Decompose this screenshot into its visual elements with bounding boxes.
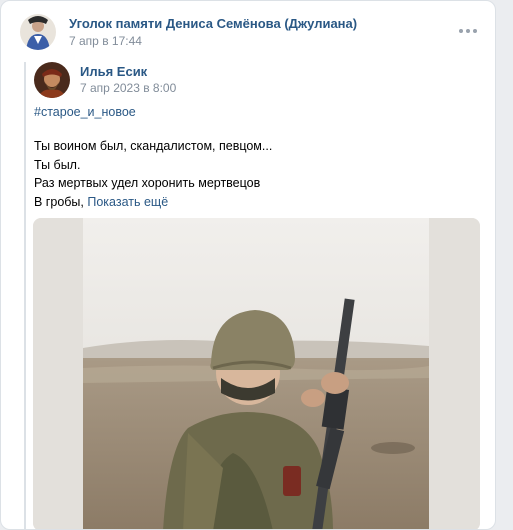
repost-author-name-link[interactable]: Илья Есик [80, 64, 147, 79]
repost-author-avatar[interactable] [34, 62, 70, 98]
post-text-line: Ты был. [34, 157, 81, 172]
community-avatar[interactable] [20, 14, 56, 50]
post-text-line-partial: В гробы, [34, 194, 84, 209]
post-date[interactable]: 7 апр в 17:44 [69, 34, 142, 48]
post-text-line: Раз мертвых удел хоронить мертвецов [34, 176, 261, 190]
soldier-photo [33, 218, 480, 529]
show-more-link[interactable]: Показать ещё [87, 195, 168, 209]
post-text: Ты воином был, скандалистом, певцом... Т… [34, 137, 272, 211]
post-card: Уголок памяти Дениса Семёнова (Джулиана)… [0, 0, 496, 530]
hashtag-link[interactable]: #старое_и_новое [34, 105, 136, 119]
post-photo[interactable] [33, 218, 480, 529]
post-text-line: В гробы, Показать ещё [34, 193, 272, 212]
post-text-line: Ты воином был, скандалистом, певцом... [34, 139, 273, 153]
more-horizontal-icon[interactable] [459, 21, 477, 41]
repost-indicator [24, 62, 26, 529]
repost-date[interactable]: 7 апр 2023 в 8:00 [80, 81, 176, 95]
community-name-link[interactable]: Уголок памяти Дениса Семёнова (Джулиана) [69, 16, 357, 31]
